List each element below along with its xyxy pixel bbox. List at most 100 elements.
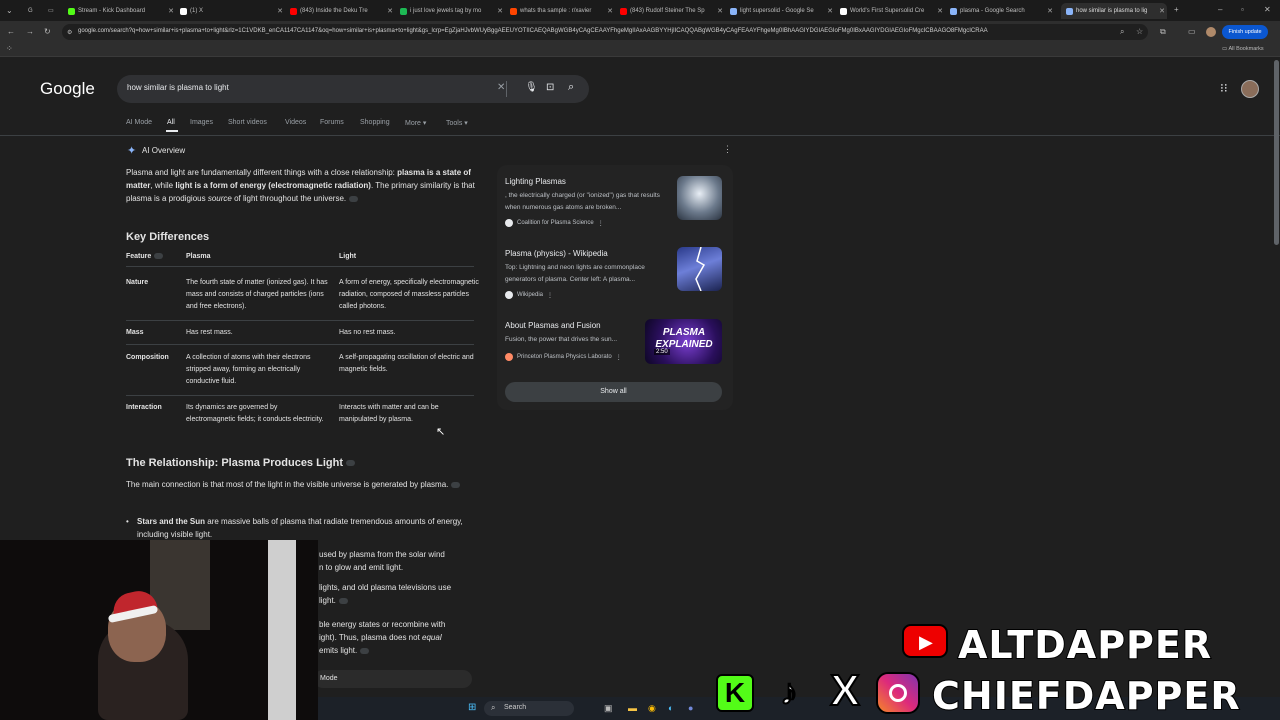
- tab-ai-mode[interactable]: AI Mode: [126, 119, 152, 126]
- account-avatar[interactable]: [1241, 80, 1259, 98]
- clear-search-icon[interactable]: ✕: [497, 83, 505, 93]
- lens-icon[interactable]: ⊡: [546, 83, 554, 93]
- url-text: google.com/search?q=how+similar+is+plasm…: [78, 28, 988, 34]
- finish-update-button[interactable]: Finish update: [1222, 25, 1268, 39]
- taskbar-search[interactable]: ⌕ Search: [484, 701, 574, 716]
- maximize-icon[interactable]: ▫: [1241, 5, 1244, 15]
- new-tab-icon[interactable]: +: [1174, 5, 1179, 15]
- tab-close-icon[interactable]: ✕: [827, 7, 833, 15]
- profile-avatar[interactable]: [1206, 27, 1216, 37]
- all-bookmarks-link[interactable]: ▭ All Bookmarks: [1222, 46, 1264, 52]
- discord-taskbar-icon[interactable]: ●: [688, 703, 693, 713]
- tab-label: (1) X: [190, 8, 204, 14]
- back-icon[interactable]: ←: [7, 27, 15, 37]
- source-title[interactable]: Plasma (physics) - Wikipedia: [505, 249, 608, 258]
- address-bar[interactable]: ⚙ google.com/search?q=how+similar+is+pla…: [62, 24, 1148, 40]
- more-options-icon[interactable]: ⋮: [598, 220, 604, 227]
- tab-kick-dashboard[interactable]: Stream - Kick Dashboard ✕: [68, 3, 176, 19]
- windows-start-icon[interactable]: ⊞: [468, 703, 476, 713]
- reload-icon[interactable]: ↻: [44, 27, 51, 37]
- show-all-button[interactable]: Show all: [505, 382, 722, 402]
- tab-more[interactable]: More ▾: [405, 119, 426, 127]
- forward-icon[interactable]: →: [26, 27, 34, 37]
- file-explorer-icon[interactable]: ▬: [628, 703, 637, 713]
- bullet-dot: •: [126, 517, 129, 526]
- tab-tools[interactable]: Tools ▾: [446, 119, 468, 127]
- more-options-icon[interactable]: ⋮: [547, 292, 553, 299]
- tab-shopping[interactable]: Shopping: [360, 119, 390, 126]
- tab-close-icon[interactable]: ✕: [387, 7, 393, 15]
- taskbar-search-label: Search: [504, 704, 527, 711]
- tab-plasma-search[interactable]: plasma - Google Search ✕: [950, 3, 1055, 19]
- cast-icon[interactable]: ▭: [1188, 27, 1196, 37]
- table-divider: [126, 266, 474, 267]
- bookmark-star-icon[interactable]: ☆: [1136, 27, 1143, 37]
- tab-youtube-steiner[interactable]: (843) Rudolf Steiner The Sp ✕: [620, 3, 725, 19]
- table-divider: [126, 320, 474, 321]
- source-site[interactable]: Coalition for Plasma Science ⋮: [505, 219, 604, 227]
- overview-menu-icon[interactable]: ⋮: [723, 144, 732, 155]
- link-chip-icon[interactable]: [451, 481, 461, 488]
- tab-close-icon[interactable]: ✕: [937, 7, 943, 15]
- google-apps-icon[interactable]: ⁝⁝: [1220, 82, 1228, 94]
- tab-close-icon[interactable]: ✕: [1047, 7, 1053, 15]
- source-title[interactable]: Lighting Plasmas: [505, 177, 566, 186]
- tab-close-icon[interactable]: ✕: [717, 7, 723, 15]
- tab-forums[interactable]: Forums: [320, 119, 344, 126]
- table-divider: [126, 395, 474, 396]
- task-view-icon[interactable]: ▣: [604, 703, 613, 713]
- tab-close-icon[interactable]: ✕: [168, 7, 174, 15]
- pinned-tab-icon[interactable]: G: [28, 6, 33, 16]
- tab-short-videos[interactable]: Short videos: [228, 119, 267, 126]
- search-box[interactable]: ✕ 🎙 ⊡ ⌕: [117, 75, 589, 103]
- zoom-icon[interactable]: ⌕: [1120, 27, 1124, 37]
- tab-reddit[interactable]: whats tha sample : r/xavier ✕: [510, 3, 615, 19]
- extensions-icon[interactable]: ⧉: [1160, 27, 1166, 37]
- tab-all[interactable]: All: [167, 119, 175, 126]
- row-plasma-composition: A collection of atoms with their electro…: [186, 354, 311, 385]
- tab-close-icon[interactable]: ✕: [497, 7, 503, 15]
- fragment-line: emits light.: [319, 644, 370, 657]
- tab-light-supersolid[interactable]: light supersolid - Google Se ✕: [730, 3, 835, 19]
- plasma-bulb-thumbnail[interactable]: [677, 176, 722, 220]
- more-options-icon[interactable]: ⋮: [616, 354, 622, 361]
- lightning-thumbnail[interactable]: [677, 247, 722, 291]
- microphone-icon[interactable]: 🎙: [525, 83, 538, 93]
- link-chip-icon[interactable]: [154, 253, 164, 260]
- link-chip-icon[interactable]: [360, 647, 370, 654]
- tab-close-icon[interactable]: ✕: [1159, 7, 1165, 15]
- tab-supersolid[interactable]: World's First Supersolid Cre ✕: [840, 3, 945, 19]
- link-chip-icon[interactable]: [349, 195, 359, 202]
- row-light-composition: A self-propagating oscillation of electr…: [339, 354, 474, 373]
- tab-close-icon[interactable]: ✕: [277, 7, 283, 15]
- tab-youtube-deku[interactable]: (843) Inside the Deku Tre ✕: [290, 3, 395, 19]
- minimize-icon[interactable]: –: [1218, 5, 1222, 15]
- page-scrollbar-thumb[interactable]: [1274, 60, 1279, 245]
- tab-jewels[interactable]: i just love jewels tag by mo ✕: [400, 3, 505, 19]
- window-close-icon[interactable]: ✕: [1264, 5, 1271, 15]
- lightning-bolt-icon: [695, 247, 706, 291]
- tab-search-icon[interactable]: ⌄: [6, 6, 13, 16]
- apps-grid-icon[interactable]: ⁘: [6, 44, 13, 54]
- source-site[interactable]: Wikipedia ⋮: [505, 291, 553, 299]
- dive-deeper-ai-mode-button[interactable]: Mode: [314, 670, 472, 688]
- search-input[interactable]: [127, 83, 487, 92]
- search-icon[interactable]: ⌕: [568, 82, 574, 93]
- tab-close-icon[interactable]: ✕: [607, 7, 613, 15]
- table-divider: [126, 344, 474, 345]
- source-title[interactable]: About Plasmas and Fusion: [505, 321, 601, 330]
- tab-x[interactable]: (1) X ✕: [180, 3, 285, 19]
- google-logo[interactable]: Google: [40, 79, 95, 99]
- tab-images[interactable]: Images: [190, 119, 213, 126]
- edge-taskbar-icon[interactable]: ◐: [668, 703, 673, 713]
- source-site[interactable]: Princeton Plasma Physics Laborato ⋮: [505, 353, 622, 361]
- plasma-video-thumbnail[interactable]: PLASMA EXPLAINED 2:50: [645, 319, 722, 364]
- tab-videos[interactable]: Videos: [285, 119, 306, 126]
- pinned-tab-icon-2[interactable]: ▭: [48, 6, 54, 16]
- tab-active-search[interactable]: how similar is plasma to lig ✕: [1061, 3, 1167, 19]
- chrome-taskbar-icon[interactable]: ◉: [648, 703, 656, 713]
- site-info-icon[interactable]: ⚙: [67, 28, 72, 38]
- link-chip-icon[interactable]: [345, 460, 355, 467]
- link-chip-icon[interactable]: [338, 597, 348, 604]
- relationship-text: The main connection is that most of the …: [126, 478, 466, 491]
